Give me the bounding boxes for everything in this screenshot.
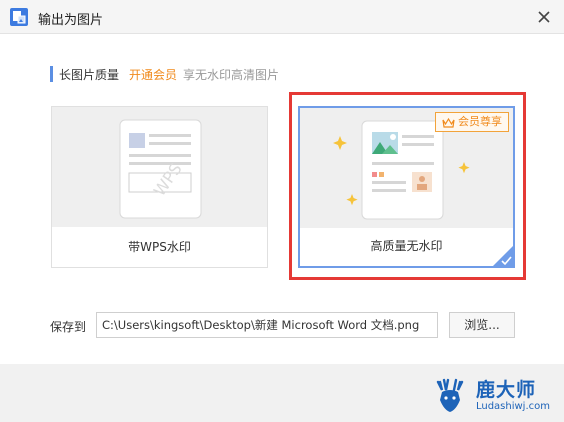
sparkle-icon	[458, 162, 470, 174]
section-accent-bar	[50, 66, 53, 82]
option-label: 高质量无水印	[300, 228, 513, 266]
window-title: 输出为图片	[38, 13, 104, 28]
sparkle-icon	[346, 194, 358, 206]
watermark-url: Ludashiwj.com	[475, 401, 550, 412]
option-with-watermark[interactable]: WPS 带WPS水印	[51, 106, 268, 268]
save-to-label: 保存到	[50, 320, 87, 334]
vip-badge-label: 会员尊享	[458, 115, 502, 128]
sparkle-icon	[333, 136, 347, 150]
site-watermark: 鹿大师 Ludashiwj.com	[430, 374, 550, 418]
option-high-quality[interactable]: 会员尊享 高质量无水印	[298, 106, 515, 268]
document-watermark-icon: WPS	[119, 119, 202, 219]
watermark-text: 鹿大师 Ludashiwj.com	[476, 379, 550, 413]
close-icon[interactable]	[534, 7, 554, 27]
crown-icon	[442, 117, 455, 128]
watermark-title: 鹿大师	[475, 379, 536, 401]
vip-description: 享无水印高清图片	[183, 67, 280, 82]
title-bar: 输出为图片	[0, 0, 564, 34]
vip-exclusive-badge: 会员尊享	[435, 112, 509, 132]
option-label: 带WPS水印	[52, 229, 267, 267]
open-vip-link[interactable]: 开通会员	[129, 66, 177, 83]
checkmark-icon	[493, 246, 513, 266]
image-export-icon	[10, 8, 28, 26]
quality-label: 长图片质量	[59, 67, 120, 82]
option-preview: WPS	[52, 107, 267, 227]
browse-button[interactable]: 浏览...	[449, 312, 515, 338]
save-path-field[interactable]: C:\Users\kingsoft\Desktop\新建 Microsoft W…	[96, 312, 438, 338]
deer-logo-icon	[436, 378, 464, 412]
quality-section-header: 长图片质量 开通会员 享无水印高清图片	[50, 66, 279, 82]
